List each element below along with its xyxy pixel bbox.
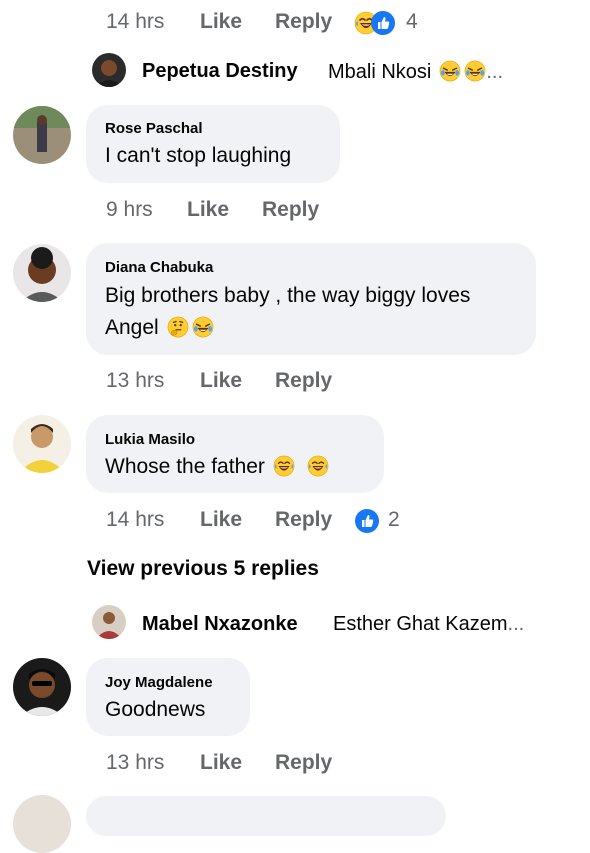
reply-text: Mbali Nkosi...: [328, 60, 503, 84]
avatar[interactable]: [92, 53, 126, 87]
reply-button[interactable]: Reply: [275, 369, 332, 393]
comment-text-line: Angel: [105, 312, 214, 344]
tears-of-joy-emoji-icon: [273, 455, 295, 477]
like-button[interactable]: Like: [200, 508, 242, 532]
comment-time: 9 hrs: [106, 198, 153, 221]
comment-time: 13 hrs: [106, 369, 165, 392]
like-button[interactable]: Like: [187, 198, 229, 222]
avatar[interactable]: [13, 106, 71, 164]
reply-button[interactable]: Reply: [262, 198, 319, 222]
comment-text-word: Angel: [105, 316, 159, 339]
mentioned-name[interactable]: Esther Ghat Kazem: [333, 613, 508, 635]
rolling-on-floor-laughing-emoji-icon: [192, 316, 214, 338]
truncation-ellipsis: ...: [507, 613, 525, 635]
comment-text: Whose the father: [105, 451, 329, 483]
avatar[interactable]: [92, 605, 126, 639]
avatar[interactable]: [13, 658, 71, 716]
reply-author[interactable]: Pepetua Destiny: [142, 60, 298, 83]
avatar[interactable]: [13, 415, 71, 473]
view-previous-replies-link[interactable]: View previous 5 replies: [87, 557, 319, 581]
comment-time: 13 hrs: [106, 751, 165, 774]
avatar[interactable]: [13, 795, 71, 853]
like-button[interactable]: Like: [200, 369, 242, 393]
comment-author[interactable]: Rose Paschal: [105, 120, 203, 137]
comment-time: 14 hrs: [106, 508, 165, 531]
comment-text: I can't stop laughing: [105, 144, 292, 167]
like-reaction-icon: [371, 11, 395, 35]
comment-author[interactable]: Joy Magdalene: [105, 674, 213, 691]
reaction-count: 4: [406, 10, 418, 33]
thinking-face-emoji-icon: [167, 316, 189, 338]
comment-text: Goodnews: [105, 698, 206, 721]
like-button[interactable]: Like: [200, 751, 242, 775]
rolling-on-floor-laughing-emoji-icon: [464, 60, 486, 82]
rolling-on-floor-laughing-emoji-icon: [439, 60, 461, 82]
comment-text-line: Big brothers baby , the way biggy loves: [105, 284, 471, 307]
reply-text: Esther Ghat Kazem...: [333, 613, 524, 636]
reply-button[interactable]: Reply: [275, 10, 332, 34]
truncation-ellipsis: ...: [486, 61, 504, 83]
mentioned-name[interactable]: Mbali Nkosi: [328, 61, 431, 83]
like-button[interactable]: Like: [200, 10, 242, 34]
reply-button[interactable]: Reply: [275, 751, 332, 775]
reply-author[interactable]: Mabel Nxazonke: [142, 613, 298, 636]
like-reaction-icon[interactable]: [355, 509, 379, 533]
comment-author[interactable]: Diana Chabuka: [105, 259, 213, 276]
reaction-count: 2: [388, 508, 400, 531]
comment-author[interactable]: Lukia Masilo: [105, 431, 195, 448]
comment-text-words: Whose the father: [105, 455, 265, 478]
reply-button[interactable]: Reply: [275, 508, 332, 532]
comment-bubble: [86, 796, 446, 836]
avatar[interactable]: [13, 244, 71, 302]
tears-of-joy-emoji-icon: [307, 455, 329, 477]
comment-time: 14 hrs: [106, 10, 165, 33]
reaction-summary[interactable]: [354, 10, 400, 36]
